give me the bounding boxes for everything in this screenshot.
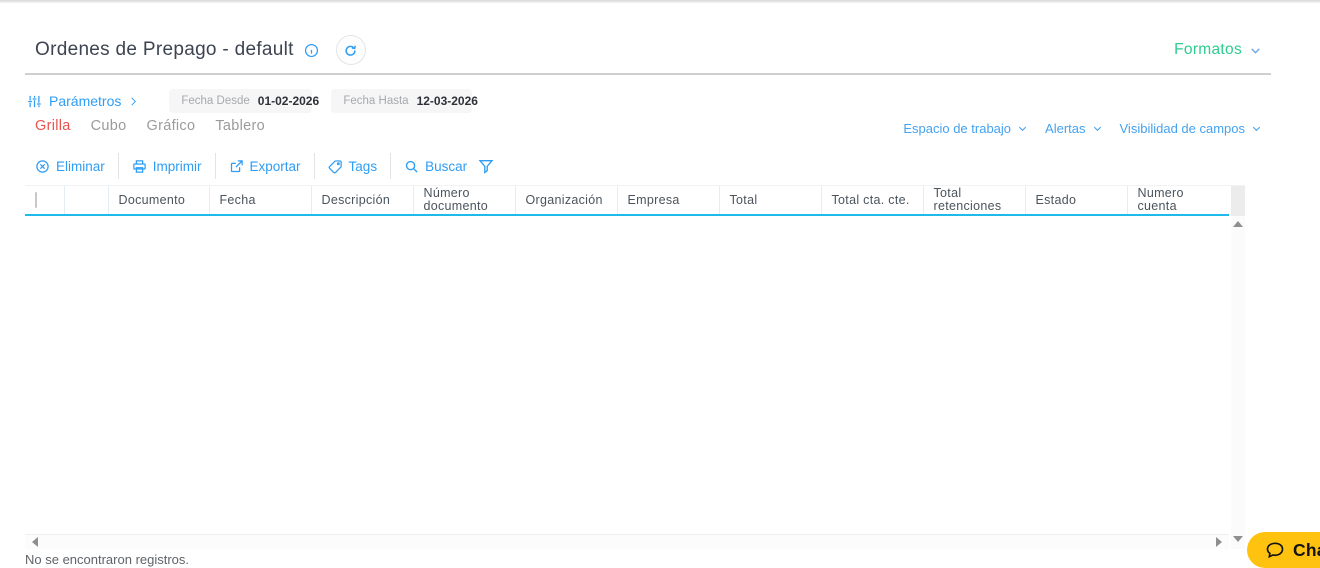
chevron-down-icon bbox=[1017, 123, 1028, 134]
chat-bubble-icon bbox=[1265, 540, 1285, 560]
column-header-numero-documento[interactable]: Número documento bbox=[413, 186, 516, 216]
grid-header-row: Documento Fecha Descripción Número docum… bbox=[25, 186, 1229, 216]
select-all-cell bbox=[25, 186, 65, 216]
view-tabs: Grilla Cubo Gráfico Tablero bbox=[35, 118, 265, 134]
formats-dropdown[interactable]: Formatos bbox=[1174, 41, 1262, 59]
tag-icon bbox=[328, 159, 343, 174]
tab-cubo[interactable]: Cubo bbox=[91, 118, 127, 134]
tab-grafico[interactable]: Gráfico bbox=[147, 118, 196, 134]
print-label: Imprimir bbox=[152, 158, 202, 174]
chevron-down-icon bbox=[1251, 123, 1262, 134]
tab-grilla[interactable]: Grilla bbox=[35, 118, 71, 134]
horizontal-scrollbar[interactable] bbox=[25, 534, 1229, 549]
column-header-total-cta-cte[interactable]: Total cta. cte. bbox=[821, 186, 924, 216]
column-header-descripcion[interactable]: Descripción bbox=[311, 186, 414, 216]
delete-circle-icon bbox=[35, 159, 50, 174]
alerts-label: Alertas bbox=[1045, 121, 1086, 136]
chat-button[interactable]: Chat bbox=[1247, 532, 1320, 568]
tab-tablero[interactable]: Tablero bbox=[215, 118, 265, 134]
header-divider bbox=[25, 73, 1271, 75]
page-title: Ordenes de Prepago - default bbox=[35, 39, 294, 60]
delete-label: Eliminar bbox=[56, 158, 105, 174]
data-grid: Documento Fecha Descripción Número docum… bbox=[25, 185, 1245, 549]
sliders-icon bbox=[27, 94, 42, 109]
fecha-desde-field[interactable]: Fecha Desde 01-02-2026 bbox=[169, 89, 319, 113]
refresh-button[interactable] bbox=[335, 35, 366, 65]
export-icon bbox=[229, 159, 244, 174]
fecha-desde-value: 01-02-2026 bbox=[257, 94, 320, 108]
parameters-toggle[interactable]: Parámetros bbox=[27, 93, 139, 109]
printer-icon bbox=[132, 159, 147, 174]
column-header-numero-cuenta[interactable]: Numero cuenta bbox=[1127, 186, 1229, 216]
scroll-down-arrow-icon[interactable] bbox=[1233, 536, 1243, 542]
field-visibility-dropdown[interactable]: Visibilidad de campos bbox=[1120, 121, 1263, 136]
fecha-hasta-field[interactable]: Fecha Hasta 12-03-2026 bbox=[331, 89, 478, 113]
fecha-hasta-label: Fecha Hasta bbox=[343, 95, 409, 107]
delete-button[interactable]: Eliminar bbox=[35, 159, 105, 174]
toolbar-separator bbox=[390, 153, 392, 179]
scroll-up-arrow-icon[interactable] bbox=[1233, 221, 1243, 227]
chevron-down-icon bbox=[1092, 123, 1103, 134]
column-header-empresa[interactable]: Empresa bbox=[617, 186, 720, 216]
workspace-label: Espacio de trabajo bbox=[903, 121, 1012, 136]
alerts-dropdown[interactable]: Alertas bbox=[1045, 121, 1102, 136]
chevron-right-icon bbox=[128, 95, 139, 108]
page-header: Ordenes de Prepago - default Formatos bbox=[35, 34, 1262, 66]
numero-cuenta-label: Numero cuenta bbox=[1137, 186, 1184, 213]
scrollbar-header-filler bbox=[1231, 186, 1245, 216]
search-button[interactable]: Buscar bbox=[404, 159, 467, 174]
toolbar-separator bbox=[214, 153, 216, 179]
grid-main: Documento Fecha Descripción Número docum… bbox=[25, 186, 1229, 549]
parameters-label: Parámetros bbox=[49, 93, 122, 109]
tags-label: Tags bbox=[348, 158, 378, 174]
view-links: Espacio de trabajo Alertas Visibilidad d… bbox=[903, 121, 1262, 136]
column-header-total-retenciones[interactable]: Total retenciones bbox=[923, 186, 1026, 216]
tags-button[interactable]: Tags bbox=[328, 158, 378, 174]
search-icon bbox=[404, 159, 419, 174]
column-header-total[interactable]: Total bbox=[719, 186, 822, 216]
scroll-right-arrow-icon[interactable] bbox=[1216, 537, 1222, 547]
select-all-checkbox[interactable] bbox=[35, 191, 37, 208]
funnel-icon[interactable] bbox=[478, 158, 494, 174]
formats-label: Formatos bbox=[1174, 41, 1242, 58]
search-label: Buscar bbox=[425, 158, 468, 174]
column-header-organizacion[interactable]: Organización bbox=[515, 186, 618, 216]
chevron-down-icon bbox=[1249, 44, 1262, 57]
workspace-dropdown[interactable]: Espacio de trabajo bbox=[903, 121, 1028, 136]
row-actions-column bbox=[64, 186, 109, 216]
scroll-left-arrow-icon[interactable] bbox=[32, 537, 38, 547]
field-visibility-label: Visibilidad de campos bbox=[1119, 121, 1246, 136]
vertical-scrollbar bbox=[1229, 186, 1245, 549]
vertical-scroll-track[interactable] bbox=[1231, 216, 1245, 549]
toolbar-separator bbox=[117, 153, 119, 179]
chat-label: Chat bbox=[1293, 539, 1320, 560]
grid-table: Documento Fecha Descripción Número docum… bbox=[25, 186, 1229, 216]
column-header-documento[interactable]: Documento bbox=[108, 186, 210, 216]
fecha-desde-label: Fecha Desde bbox=[181, 95, 250, 107]
grid-toolbar: Eliminar Imprimir Exportar Tags Buscar bbox=[35, 153, 494, 179]
export-button[interactable]: Exportar bbox=[229, 159, 301, 174]
toolbar-separator bbox=[313, 153, 315, 179]
top-edge-shadow bbox=[0, 0, 1320, 3]
column-header-fecha[interactable]: Fecha bbox=[209, 186, 312, 216]
grid-body-empty bbox=[25, 216, 1229, 534]
column-header-estado[interactable]: Estado bbox=[1025, 186, 1128, 216]
export-label: Exportar bbox=[249, 158, 301, 174]
empty-records-message: No se encontraron registros. bbox=[25, 552, 190, 567]
info-icon[interactable] bbox=[304, 43, 319, 58]
fecha-hasta-value: 12-03-2026 bbox=[416, 94, 478, 108]
print-button[interactable]: Imprimir bbox=[132, 159, 202, 174]
parameters-row: Parámetros Fecha Desde 01-02-2026 Fecha … bbox=[27, 89, 478, 113]
